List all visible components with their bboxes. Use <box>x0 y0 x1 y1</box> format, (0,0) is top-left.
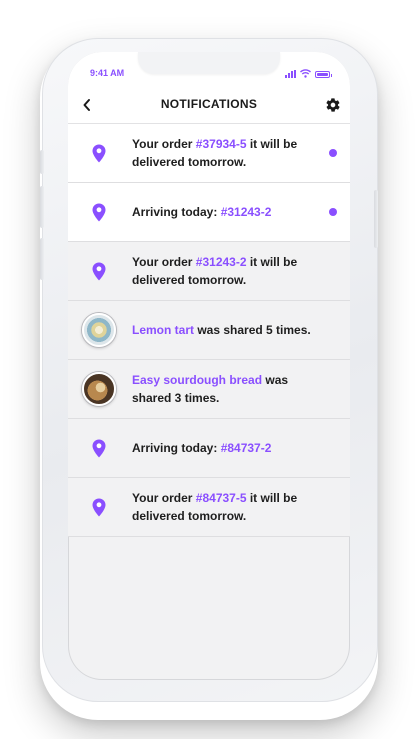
status-icons <box>285 68 332 78</box>
phone-screen: 9:41 AM NOTIFICATIONS Your order #37934-… <box>68 52 350 680</box>
notification-text-prefix: Your order <box>132 491 196 505</box>
row-icon-slot <box>80 488 118 526</box>
unread-dot <box>329 208 337 216</box>
battery-icon <box>315 71 332 78</box>
notification-text-suffix: was shared 5 times. <box>194 323 311 337</box>
order-link[interactable]: #31243-2 <box>221 205 272 219</box>
row-icon-slot <box>80 134 118 172</box>
location-pin-icon <box>92 262 106 280</box>
notch <box>138 52 280 74</box>
lemon-tart-avatar <box>82 313 116 347</box>
notification-text: Your order #31243-2 it will be delivered… <box>132 253 326 289</box>
notification-text: Arriving today: #31243-2 <box>132 203 326 221</box>
app-header: NOTIFICATIONS <box>68 88 350 124</box>
notification-text-prefix: Your order <box>132 255 196 269</box>
gear-icon <box>326 98 340 112</box>
side-button-volume-up <box>40 186 44 228</box>
side-button-mute <box>40 150 44 174</box>
notification-row[interactable]: Arriving today: #84737-2 <box>68 419 350 478</box>
notification-row[interactable]: Arriving today: #31243-2 <box>68 183 350 242</box>
notification-text: Easy sourdough bread was shared 3 times. <box>132 371 326 407</box>
recipe-link[interactable]: Easy sourdough bread <box>132 373 262 387</box>
order-link[interactable]: #84737-2 <box>221 441 272 455</box>
unread-dot <box>329 149 337 157</box>
notification-text: Your order #37934-5 it will be delivered… <box>132 135 326 171</box>
row-icon-slot <box>80 193 118 231</box>
notification-row[interactable]: Easy sourdough bread was shared 3 times. <box>68 360 350 419</box>
recipe-link[interactable]: Lemon tart <box>132 323 194 337</box>
wifi-icon <box>300 69 311 78</box>
side-button-volume-down <box>40 238 44 280</box>
notification-text-prefix: Your order <box>132 137 196 151</box>
notification-text-prefix: Arriving today: <box>132 441 221 455</box>
notification-text: Lemon tart was shared 5 times. <box>132 321 326 339</box>
notification-row[interactable]: Your order #37934-5 it will be delivered… <box>68 124 350 183</box>
sourdough-bread-avatar <box>82 372 116 406</box>
order-link[interactable]: #84737-5 <box>196 491 247 505</box>
notification-text-prefix: Arriving today: <box>132 205 221 219</box>
page-title: NOTIFICATIONS <box>160 97 258 111</box>
row-icon-slot <box>80 311 118 349</box>
location-pin-icon <box>92 144 106 162</box>
notification-text: Arriving today: #84737-2 <box>132 439 326 457</box>
cellular-signal-icon <box>285 70 296 78</box>
status-time: 9:41 AM <box>90 68 125 78</box>
order-link[interactable]: #31243-2 <box>196 255 247 269</box>
notification-row[interactable]: Your order #84737-5 it will be delivered… <box>68 478 350 537</box>
location-pin-icon <box>92 498 106 516</box>
order-link[interactable]: #37934-5 <box>196 137 247 151</box>
location-pin-icon <box>92 439 106 457</box>
settings-button[interactable] <box>322 94 344 116</box>
notification-text: Your order #84737-5 it will be delivered… <box>132 489 326 525</box>
row-icon-slot <box>80 252 118 290</box>
side-button-power <box>374 190 378 248</box>
row-icon-slot <box>80 370 118 408</box>
notification-list: Your order #37934-5 it will be delivered… <box>68 124 350 537</box>
row-icon-slot <box>80 429 118 467</box>
notification-row[interactable]: Your order #31243-2 it will be delivered… <box>68 242 350 301</box>
location-pin-icon <box>92 203 106 221</box>
notification-row[interactable]: Lemon tart was shared 5 times. <box>68 301 350 360</box>
